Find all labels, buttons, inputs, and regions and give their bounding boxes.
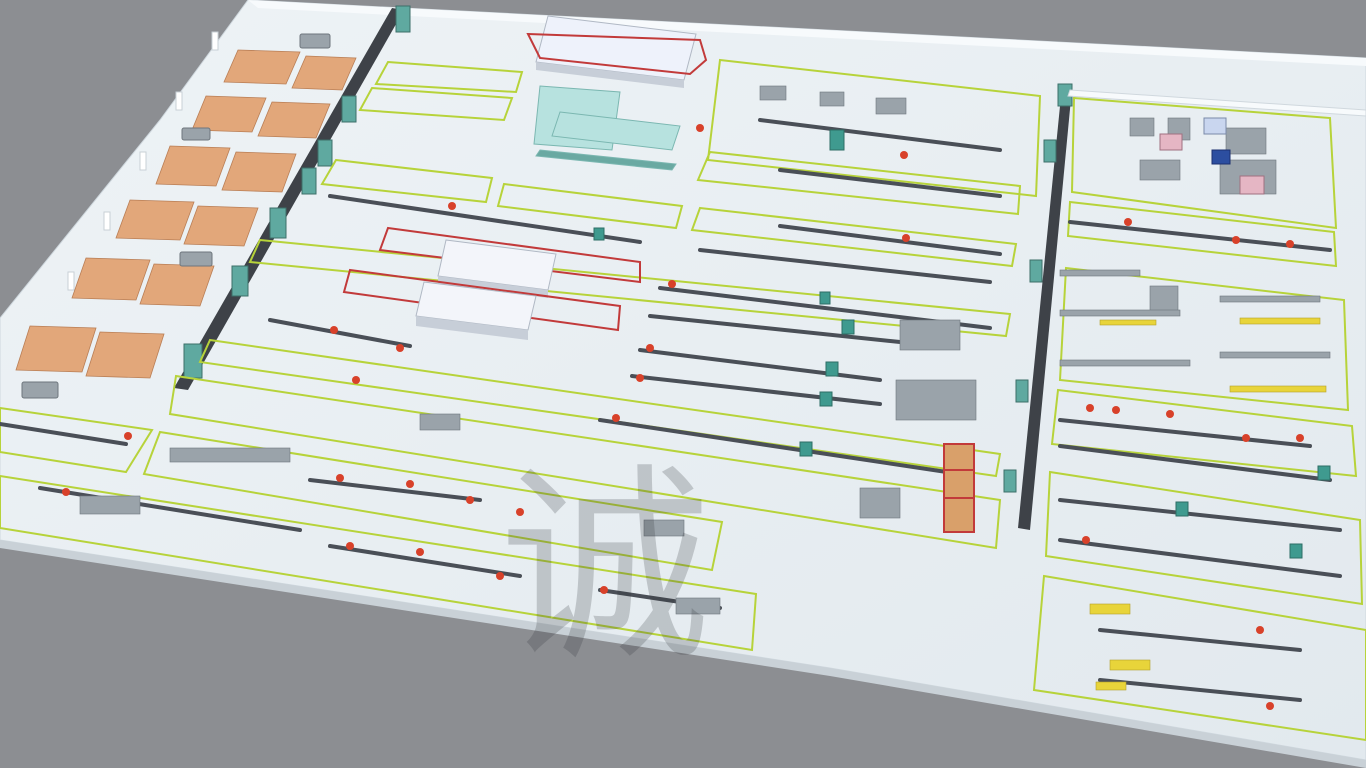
watermark: 诚 (500, 445, 710, 690)
pallet-block (223, 49, 301, 85)
pallet-block (15, 325, 97, 373)
factory-layout-scene: 诚 (0, 0, 1366, 768)
lift-tower (943, 443, 975, 533)
pallet-block (115, 199, 195, 241)
pallet-block (71, 257, 151, 301)
pallet-block (85, 331, 165, 379)
